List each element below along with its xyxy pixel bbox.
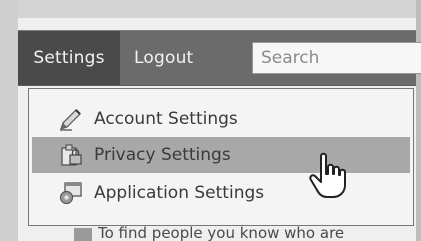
settings-menu-button[interactable]: Settings [18,31,120,85]
top-navigation-bar: Settings Logout [18,30,421,86]
window-frame-right [416,0,421,241]
settings-dropdown-menu: Account Settings Privacy Settings Applic… [28,88,414,226]
clipboard-lock-icon [61,144,82,166]
search-input[interactable] [253,43,421,73]
menu-item-account-settings[interactable]: Account Settings [32,101,410,137]
menu-item-application-settings[interactable]: Application Settings [32,175,410,211]
pencil-icon [60,109,81,131]
application-icon [59,182,82,205]
logout-link[interactable]: Logout [134,31,193,85]
window-frame-left [0,0,18,241]
window-frame-top [0,0,421,18]
menu-item-label: Account Settings [94,109,238,129]
search-field[interactable] [252,42,421,74]
menu-item-label: Application Settings [94,183,265,203]
background-hint-text: To find people you know who are [98,226,345,241]
menu-item-privacy-settings[interactable]: Privacy Settings [32,137,410,173]
hand-pointer-cursor-icon [309,152,346,198]
menu-item-label: Privacy Settings [94,145,231,165]
